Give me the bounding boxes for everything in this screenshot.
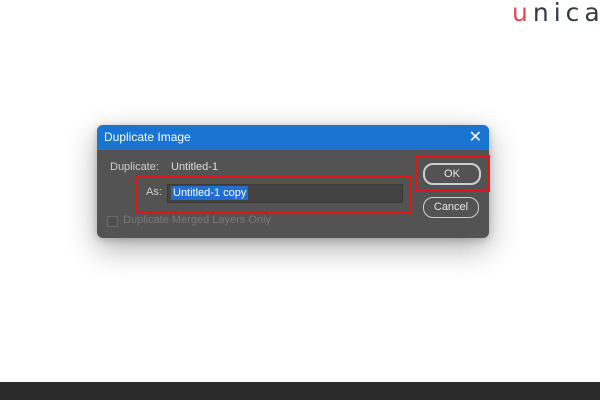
duplicate-label: Duplicate: xyxy=(110,161,159,173)
cancel-button[interactable]: Cancel xyxy=(423,197,479,218)
dialog-title: Duplicate Image xyxy=(104,130,191,144)
logo-accent-letter: u xyxy=(512,0,533,27)
as-name-input[interactable]: Untitled-1 copy xyxy=(167,184,403,203)
logo-text: nica xyxy=(532,0,600,27)
unica-logo: unica xyxy=(512,0,600,26)
ok-button[interactable]: OK xyxy=(423,163,481,185)
duplicate-image-dialog: Duplicate Image ✕ Duplicate: Untitled-1 … xyxy=(97,125,489,238)
as-name-input-value: Untitled-1 copy xyxy=(171,186,249,200)
duplicate-value: Untitled-1 xyxy=(171,161,219,173)
as-label: As: xyxy=(146,186,162,198)
close-icon[interactable]: ✕ xyxy=(469,127,482,147)
bottom-bar xyxy=(0,382,600,400)
merged-layers-checkbox-label: Duplicate Merged Layers Only xyxy=(123,214,271,226)
dialog-titlebar: Duplicate Image ✕ xyxy=(97,125,489,150)
merged-layers-checkbox[interactable] xyxy=(107,216,118,227)
